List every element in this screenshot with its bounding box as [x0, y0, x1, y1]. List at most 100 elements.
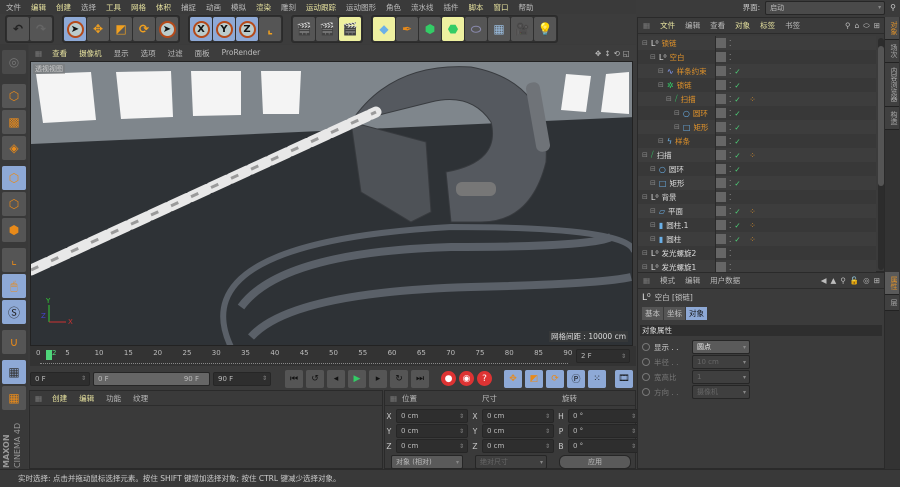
expand-icon[interactable]: ⊟	[642, 151, 648, 159]
rotate-view-icon[interactable]: ⟲	[614, 49, 620, 58]
object-menu-item-3[interactable]: 对象	[735, 20, 750, 31]
layer-swatch-icon[interactable]	[716, 38, 726, 48]
material-tag-icon[interactable]: ⁘	[749, 221, 755, 230]
visibility-dots-icon[interactable]: ⁚	[729, 165, 731, 174]
object-row[interactable]: ⊟ ∿ 样条约束 ⁚ ✓	[638, 64, 876, 78]
menu-item-16[interactable]: 插件	[444, 2, 459, 13]
material-tag-icon[interactable]: ⁘	[749, 235, 755, 244]
viewport-menu-item-2[interactable]: 显示	[114, 48, 129, 59]
floor-button[interactable]: ▦	[488, 17, 510, 41]
side-tab[interactable]: 场次	[885, 40, 899, 63]
render-settings-button[interactable]: 🎬	[339, 17, 361, 41]
visibility-dots-icon[interactable]: ⁚	[729, 151, 731, 160]
snap-button[interactable]: ∪	[2, 330, 26, 354]
expand-icon[interactable]: ⊟	[674, 123, 680, 131]
viewport-menu-item-4[interactable]: 过滤	[168, 48, 183, 59]
tweak-mode-button[interactable]: 🖱	[2, 274, 26, 298]
texture-mode-button[interactable]: ▩	[2, 110, 26, 134]
rotation-field[interactable]: 0 ° ⇕	[568, 409, 640, 423]
end-frame-field[interactable]: 90 F ⇕	[213, 371, 271, 386]
enabled-check-icon[interactable]: ✓	[734, 109, 742, 118]
render-view-button[interactable]: 🎬	[293, 17, 315, 41]
workplane-mode-button[interactable]: ◈	[2, 136, 26, 160]
interface-dropdown[interactable]: 启动 ▾	[765, 0, 886, 15]
material-menu-item-1[interactable]: 编辑	[79, 393, 94, 404]
next-frame-button[interactable]: ▸	[369, 369, 387, 388]
expand-icon[interactable]: ⊟	[650, 221, 656, 229]
attribute-field[interactable]: 圆点 ▾	[692, 340, 750, 354]
expand-icon[interactable]: ⊟	[642, 193, 648, 201]
menu-item-3[interactable]: 选择	[81, 2, 96, 13]
layer-swatch-icon[interactable]	[716, 52, 726, 62]
visibility-dots-icon[interactable]: ⁚	[729, 263, 731, 272]
menu-item-5[interactable]: 网格	[131, 2, 146, 13]
attribute-field[interactable]: 摄像机 ▾	[692, 385, 750, 399]
render-picture-viewer-button[interactable]: 🎬	[316, 17, 338, 41]
enabled-check-icon[interactable]: ✓	[734, 95, 742, 104]
timeline-window-button[interactable]: 🎞	[615, 369, 633, 388]
layer-swatch-icon[interactable]	[716, 94, 726, 104]
layer-swatch-icon[interactable]	[716, 192, 726, 202]
attribute-tab[interactable]: 对象	[686, 307, 707, 320]
z-axis-lock-button[interactable]: Z	[236, 17, 258, 41]
recent-tool-button[interactable]: ➤	[156, 17, 178, 41]
move-tool-button[interactable]: ✥	[87, 17, 109, 41]
menu-item-0[interactable]: 文件	[6, 2, 21, 13]
side-tab[interactable]: 对象	[885, 17, 899, 40]
enabled-check-icon[interactable]: ✓	[734, 123, 742, 132]
eye-icon[interactable]: ⬭	[863, 21, 869, 31]
menu-item-6[interactable]: 体积	[156, 2, 171, 13]
visibility-dots-icon[interactable]: ⁚	[729, 53, 731, 62]
model-mode-button[interactable]: ⬡	[2, 84, 26, 108]
expand-icon[interactable]: ⊟	[650, 207, 656, 215]
key-scale-button[interactable]: ◩	[525, 369, 543, 388]
menu-item-2[interactable]: 创建	[56, 2, 71, 13]
target-icon[interactable]: ◎	[863, 276, 870, 285]
keyframe-selection-button[interactable]: ?	[477, 371, 492, 386]
deformer-button[interactable]: ⬭	[465, 17, 487, 41]
edges-mode-button[interactable]: ⬡	[2, 192, 26, 216]
subdivision-button[interactable]: ⬢	[419, 17, 441, 41]
menu-item-7[interactable]: 捕捉	[181, 2, 196, 13]
axis-mode-button[interactable]: ⌞	[2, 248, 26, 272]
enabled-check-icon[interactable]: ✓	[734, 221, 742, 230]
object-row[interactable]: ⊟ □ 矩形 ⁚ ✓	[638, 176, 876, 190]
start-frame-field[interactable]: 0 F ⇕	[30, 371, 90, 386]
previous-frame-button[interactable]: ◂	[327, 369, 345, 388]
enabled-check-icon[interactable]: ✓	[734, 165, 742, 174]
y-axis-lock-button[interactable]: Y	[213, 17, 235, 41]
animate-radio[interactable]	[642, 388, 650, 396]
expand-icon[interactable]: ⊟	[650, 53, 656, 61]
layer-swatch-icon[interactable]	[716, 66, 726, 76]
animate-radio[interactable]	[642, 373, 650, 381]
object-row[interactable]: ⊟ L⁰ 发光螺旋2 ⁚	[638, 246, 876, 260]
make-editable-button[interactable]: ◎	[2, 50, 26, 74]
visibility-dots-icon[interactable]: ⁚	[729, 207, 731, 216]
menu-item-19[interactable]: 帮助	[519, 2, 534, 13]
expand-icon[interactable]: ⊟	[642, 263, 648, 271]
visibility-dots-icon[interactable]: ⁚	[729, 81, 731, 90]
object-row[interactable]: ⊟ L⁰ 背景 ⁚	[638, 190, 876, 204]
object-row[interactable]: ⊟ L⁰ 发光螺旋1 ⁚	[638, 260, 876, 272]
material-menu-item-2[interactable]: 功能	[106, 393, 121, 404]
new-window-icon[interactable]: ⊞	[874, 276, 880, 285]
attribute-menu-item-1[interactable]: 编辑	[685, 275, 700, 286]
layer-swatch-icon[interactable]	[716, 164, 726, 174]
live-selection-button[interactable]: ➤	[64, 17, 86, 41]
object-row[interactable]: ⊟ ⧸ 扫描 ⁚ ✓ ⁘	[638, 92, 876, 106]
visibility-dots-icon[interactable]: ⁚	[729, 123, 731, 132]
attribute-menu-item-0[interactable]: 模式	[660, 275, 675, 286]
search-icon[interactable]: ⚲	[845, 21, 851, 31]
menu-item-17[interactable]: 脚本	[469, 2, 484, 13]
redo-button[interactable]: ↷	[30, 17, 52, 41]
object-row[interactable]: ⊟ ▱ 平面 ⁚ ✓ ⁘	[638, 204, 876, 218]
size-field[interactable]: 0 cm ⇕	[482, 409, 554, 423]
object-menu-item-5[interactable]: 书签	[785, 20, 800, 31]
object-row[interactable]: ⊟ ○ 圆环 ⁚ ✓	[638, 106, 876, 120]
frame-range-slider[interactable]: 0 F 90 F	[93, 371, 210, 386]
attribute-field[interactable]: 1 ▾	[692, 370, 750, 384]
next-key-button[interactable]: ↻	[390, 369, 408, 388]
layer-swatch-icon[interactable]	[716, 136, 726, 146]
key-point-level-button[interactable]: ⁙	[588, 369, 606, 388]
position-field[interactable]: 0 cm ⇕	[396, 409, 468, 423]
